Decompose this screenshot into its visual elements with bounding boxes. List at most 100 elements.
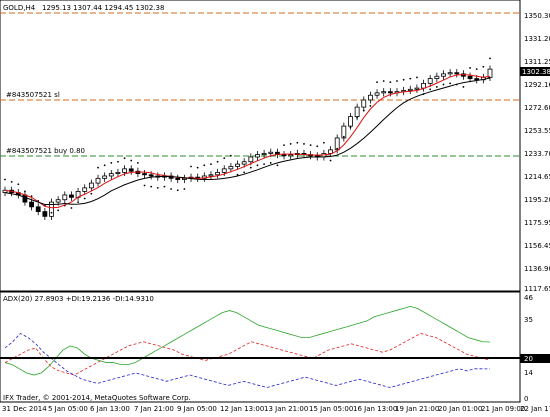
- candle: [102, 175, 108, 179]
- psar-dot: [176, 189, 179, 192]
- candle: [447, 72, 453, 75]
- price-tick: 1156.45: [524, 242, 550, 250]
- time-label: 15 Jan 05:00: [309, 405, 353, 413]
- psar-dot: [130, 159, 133, 162]
- time-label: 20 Jan 01:00: [438, 405, 482, 413]
- candle: [248, 156, 254, 163]
- chart-window[interactable]: GOLD,H4 1295.13 1307.44 1294.45 1302.38 …: [0, 0, 550, 413]
- copyright-text: IFX Trader, © 2001-2014, MetaQuotes Soft…: [3, 394, 191, 402]
- psar-dot: [90, 192, 93, 195]
- psar-dot: [342, 135, 345, 138]
- time-label: 19 Jan 21:00: [395, 405, 439, 413]
- price-tick: 1292.16: [524, 81, 550, 89]
- psar-dot: [396, 80, 398, 82]
- psar-dot: [256, 164, 259, 167]
- psar-dot: [309, 144, 312, 147]
- candle: [208, 174, 214, 177]
- psar-dot: [362, 109, 365, 112]
- psar-dot: [303, 143, 305, 145]
- time-label: 31 Dec 2014: [2, 405, 47, 413]
- psar-dot: [402, 78, 405, 81]
- time-axis: 31 Dec 2014 5 Jan 05:00 6 Jan 13:00 7 Ja…: [2, 405, 550, 413]
- candle: [407, 88, 413, 91]
- candle: [474, 78, 480, 81]
- price-tick: 1175.95: [524, 219, 550, 227]
- candle: [35, 206, 41, 212]
- candle: [441, 73, 446, 77]
- time-label: 9 Jan 05:00: [177, 405, 217, 413]
- psar-dot: [435, 86, 438, 88]
- psar-dot: [462, 86, 465, 88]
- psar-dot: [210, 163, 212, 166]
- price-pane[interactable]: [0, 0, 521, 292]
- psar-dot: [17, 183, 20, 186]
- candle: [55, 199, 61, 203]
- candle: [221, 168, 227, 173]
- candle: [467, 75, 473, 80]
- candle: [288, 154, 294, 157]
- psar-dot: [216, 160, 219, 163]
- sl-order-label: #843507521 sl: [6, 91, 60, 99]
- time-label: 21 Jan 09:00: [481, 405, 525, 413]
- psar-dot: [136, 162, 139, 164]
- candle: [374, 92, 380, 96]
- psar-dot: [229, 154, 232, 157]
- candle: [108, 173, 114, 177]
- psar-dot: [4, 178, 6, 181]
- psar-dot: [83, 197, 86, 200]
- candle: [261, 153, 267, 156]
- psar-dot: [276, 164, 279, 167]
- psar-dot: [349, 126, 352, 129]
- psar-dot: [296, 141, 299, 144]
- candle: [128, 168, 134, 172]
- candle: [42, 211, 48, 217]
- psar-dot: [416, 76, 418, 79]
- psar-dot: [442, 83, 445, 86]
- psar-dot: [196, 166, 199, 169]
- time-label: 16 Jan 13:00: [353, 405, 397, 413]
- header-symbol: GOLD,H4: [3, 4, 36, 12]
- psar-dot: [50, 211, 53, 214]
- candle: [88, 182, 94, 189]
- psar-dot: [243, 171, 246, 174]
- time-label: 5 Jan 05:00: [48, 405, 88, 413]
- candle: [268, 151, 274, 154]
- psar-dot: [336, 147, 339, 150]
- psar-dot: [389, 81, 392, 84]
- adx-tick: 0: [524, 395, 528, 403]
- psar-dot: [150, 185, 153, 188]
- psar-dot: [482, 65, 485, 68]
- time-label: 12 Jan 13:00: [220, 405, 264, 413]
- candle: [454, 72, 460, 75]
- buy-order-label: #843507521 buy 0.80: [6, 147, 85, 155]
- psar-dot: [269, 162, 272, 164]
- psar-dot: [429, 88, 432, 91]
- price-axis: 1350.30 1331.20 1311.25 1292.16 1272.60 …: [524, 12, 550, 293]
- psar-dot: [163, 185, 166, 188]
- price-tick: 1136.90: [524, 265, 550, 273]
- price-tick: 1253.55: [524, 127, 550, 135]
- psar-dot: [376, 81, 378, 84]
- candle: [414, 87, 420, 90]
- candle: [228, 166, 234, 170]
- adx-tick: 46: [524, 294, 533, 302]
- time-label: 6 Jan 13:00: [90, 405, 130, 413]
- candle: [381, 91, 387, 94]
- psar-dot: [123, 157, 126, 160]
- candle: [148, 174, 154, 177]
- adx-level-label: 20: [524, 355, 533, 363]
- price-tick: 1272.60: [524, 104, 550, 112]
- psar-dot: [190, 165, 192, 168]
- candle: [348, 116, 353, 127]
- price-tick: 1233.70: [524, 150, 550, 158]
- candle: [175, 177, 181, 180]
- psar-dot: [77, 201, 79, 203]
- psar-dot: [382, 80, 385, 82]
- time-label: 22 Jan 17:00: [520, 405, 550, 413]
- psar-dot: [449, 82, 452, 85]
- candle: [215, 172, 221, 176]
- psar-dot: [316, 145, 319, 148]
- psar-dot: [263, 163, 266, 166]
- psar-dot: [24, 190, 26, 193]
- psar-dot: [469, 67, 471, 69]
